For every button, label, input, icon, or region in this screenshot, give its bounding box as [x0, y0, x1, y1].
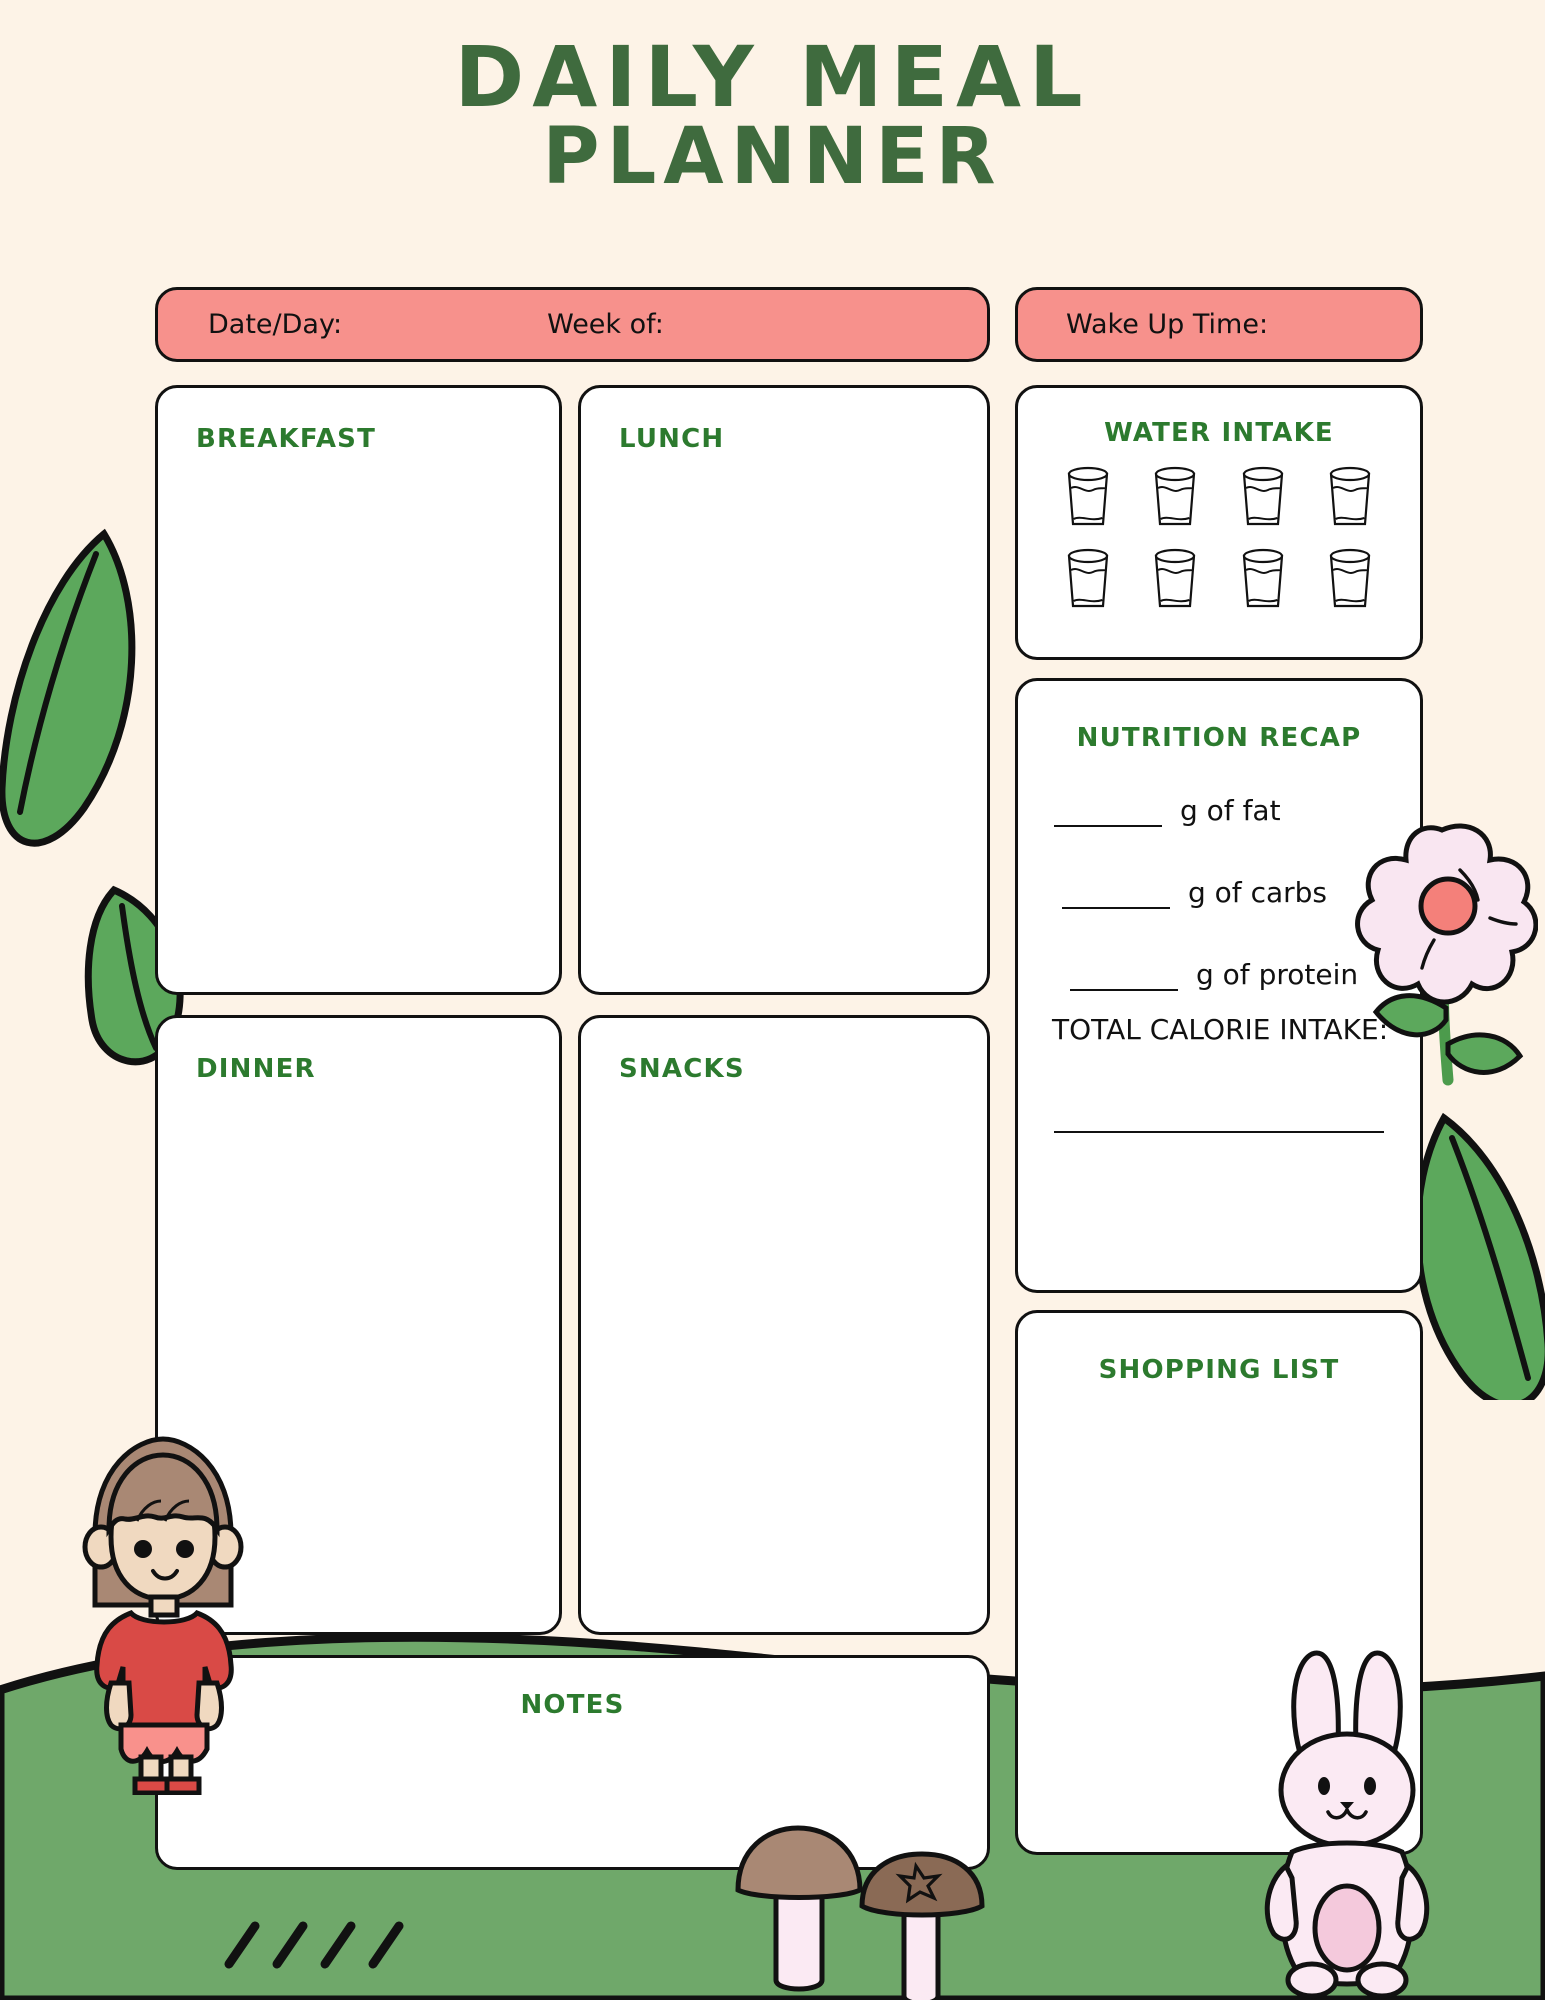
total-calorie-input-line[interactable]	[1054, 1131, 1384, 1133]
water-glass-icon[interactable]	[1061, 466, 1115, 530]
week-of-label: Week of:	[547, 309, 664, 340]
water-glass-icon[interactable]	[1236, 548, 1290, 612]
wake-up-time-bar[interactable]: Wake Up Time:	[1015, 287, 1423, 362]
water-glass-icon[interactable]	[1323, 466, 1377, 530]
carbs-input-line[interactable]	[1062, 871, 1170, 909]
mushroom-left-icon	[735, 1825, 863, 1992]
shopping-list-title: SHOPPING LIST	[1098, 1355, 1340, 1385]
lunch-card[interactable]: LUNCH	[578, 385, 990, 995]
mushroom-right-icon	[859, 1851, 985, 2000]
breakfast-card[interactable]: BREAKFAST	[155, 385, 562, 995]
nutrition-recap-title: NUTRITION RECAP	[1076, 723, 1362, 753]
lunch-label: LUNCH	[619, 424, 725, 454]
meal-planner-page: DAILY MEAL PLANNER Date/Day: Week of: Wa…	[0, 0, 1545, 2000]
nutrition-rows: g of fat g of carbs g of protein	[1048, 781, 1394, 1027]
girl-character-icon	[82, 1436, 244, 1795]
protein-unit-label: g of protein	[1196, 958, 1359, 991]
water-glass-icon[interactable]	[1148, 466, 1202, 530]
leaf-left-large-icon	[0, 528, 136, 847]
water-glass-icon[interactable]	[1236, 466, 1290, 530]
grass-strokes-icon	[224, 1921, 404, 1969]
water-glass-icon[interactable]	[1061, 548, 1115, 612]
water-glass-icon[interactable]	[1148, 548, 1202, 612]
fat-unit-label: g of fat	[1180, 794, 1281, 827]
water-intake-title: WATER INTAKE	[1104, 418, 1334, 448]
total-calorie-label: TOTAL CALORIE INTAKE:	[1052, 1013, 1389, 1046]
page-title-line1: DAILY MEAL	[454, 28, 1091, 126]
fat-input-line[interactable]	[1054, 789, 1162, 827]
date-week-bar[interactable]: Date/Day: Week of:	[155, 287, 990, 362]
water-glass-grid	[1044, 466, 1394, 612]
nutrition-row-fat: g of fat	[1054, 781, 1394, 827]
wake-up-time-label: Wake Up Time:	[1066, 309, 1269, 340]
notes-label: NOTES	[520, 1690, 625, 1720]
protein-input-line[interactable]	[1070, 953, 1178, 991]
carbs-unit-label: g of carbs	[1188, 876, 1327, 909]
page-title-line2: PLANNER	[542, 111, 1003, 202]
water-glass-icon[interactable]	[1323, 548, 1377, 612]
nutrition-row-protein: g of protein	[1070, 945, 1394, 991]
snacks-label: SNACKS	[619, 1054, 745, 1084]
bunny-character-icon	[1264, 1650, 1430, 1999]
snacks-card[interactable]: SNACKS	[578, 1015, 990, 1635]
date-day-label: Date/Day:	[208, 309, 343, 340]
breakfast-label: BREAKFAST	[196, 424, 377, 454]
dinner-label: DINNER	[196, 1054, 316, 1084]
nutrition-row-carbs: g of carbs	[1062, 863, 1394, 909]
flower-pink-icon	[1355, 823, 1538, 1086]
page-title: DAILY MEAL PLANNER	[0, 28, 1545, 202]
water-intake-card[interactable]: WATER INTAKE	[1015, 385, 1423, 660]
